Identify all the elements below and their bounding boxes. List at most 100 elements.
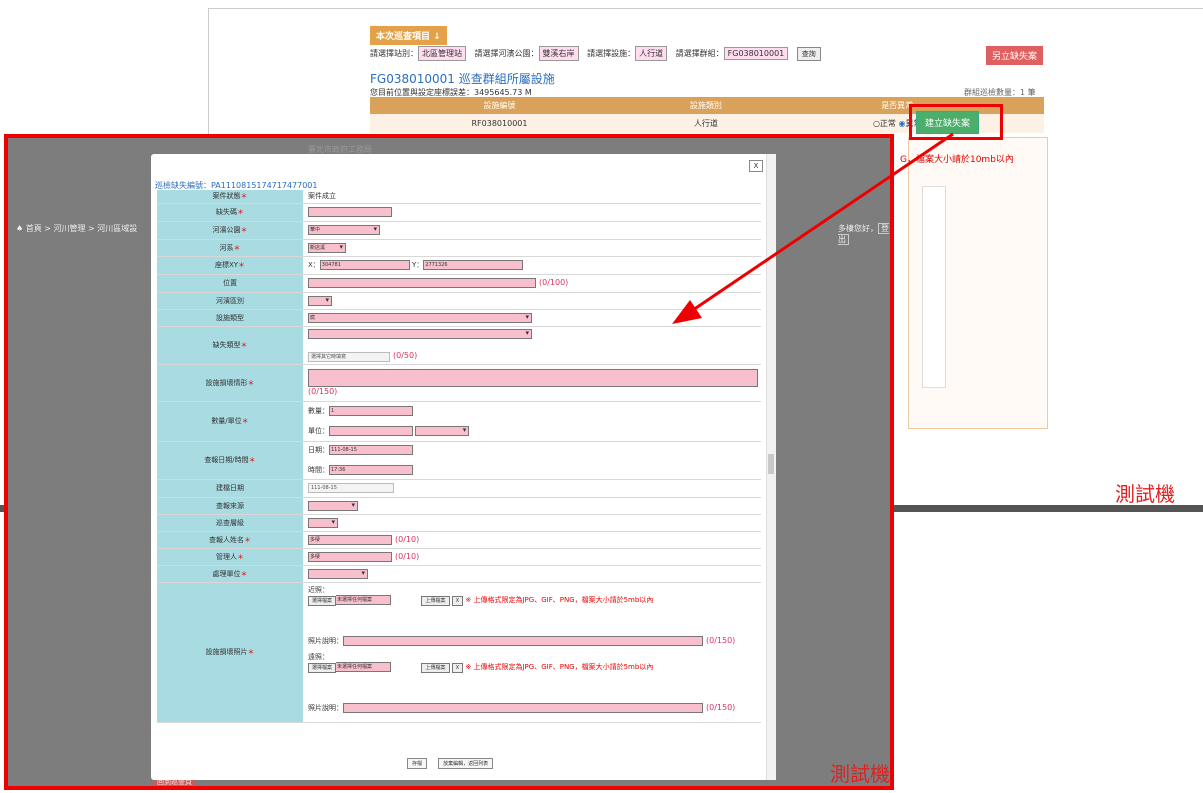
upload-hint: G，檔案大小請於10mb以內 (900, 155, 1014, 165)
unit-input[interactable] (329, 426, 413, 436)
radio-normal[interactable]: ○ (873, 119, 880, 128)
defect-type-select[interactable] (308, 328, 532, 339)
row-report-time: 查報日期/時間＊ 日期： 111-08-15 時間： 17:36 (157, 441, 761, 480)
near-label: 近照： (308, 585, 329, 594)
near-upload-button[interactable]: 上傳檔案 (421, 595, 450, 606)
near-file-name: 未選擇任何檔案 (336, 594, 392, 605)
highlight-box (909, 104, 1003, 140)
scroll-thumb[interactable] (768, 454, 774, 474)
far-choose-button[interactable]: 選擇檔案 (308, 662, 337, 673)
watermark: 測試機 (1115, 482, 1175, 506)
label-defect-type: 缺失類型＊ (157, 326, 303, 365)
river-area-select[interactable] (308, 295, 332, 306)
label-defect-code: 缺失碼＊ (157, 203, 303, 222)
near-desc-input[interactable] (343, 635, 703, 646)
x-input[interactable]: 304781 (319, 260, 410, 270)
far-desc-input[interactable] (343, 702, 703, 713)
x-label: X： (308, 261, 320, 269)
modal-footer: 存檔 放棄編輯，返回列表 (407, 758, 494, 769)
background-inner-box (922, 186, 946, 388)
scrollbar[interactable] (766, 154, 776, 780)
label-photos: 設施損壞照片＊ (157, 582, 303, 723)
created-input: 111-08-15 (308, 483, 394, 493)
source-select[interactable] (308, 500, 358, 511)
defect-code-input[interactable] (308, 207, 392, 217)
park-select[interactable]: 雙溪右岸 (538, 46, 579, 61)
time-input[interactable]: 17:36 (329, 465, 413, 475)
th-action (1011, 97, 1044, 114)
label-unit: 處理單位＊ (157, 565, 303, 583)
near-choose-button[interactable]: 選擇檔案 (308, 595, 337, 606)
label-damage-desc: 設施損壞情形＊ (157, 364, 303, 402)
group-select[interactable]: FG038010001 (723, 47, 789, 60)
label-status: 案件狀態＊ (157, 190, 303, 204)
row-photos: 設施損壞照片＊ 近照： 選擇檔案 未選擇任何檔案 上傳檔案 X ※ 上傳格式限定為… (157, 582, 761, 723)
row-level: 巡查層級 (157, 514, 761, 532)
far-desc-label: 照片說明： (308, 703, 343, 712)
far-upload-row: 選擇檔案 未選擇任何檔案 上傳檔案 X ※ 上傳格式限定為JPG、GIF、PNG，… (308, 661, 760, 673)
far-upload-button[interactable]: 上傳檔案 (421, 662, 450, 673)
cell-type: 人行道 (628, 114, 783, 133)
save-button[interactable]: 存檔 (407, 758, 428, 769)
row-unit: 處理單位＊ (157, 565, 761, 583)
row-location: 位置 (0/100) (157, 274, 761, 293)
defect-form: 案件狀態＊ 案件成立 缺失碼＊ 河濱公園＊ 華中 河系＊ 新店溪 座標XY＊ X… (157, 190, 761, 723)
unit-select[interactable] (308, 568, 368, 579)
row-damage-desc: 設施損壞情形＊ (0/150) (157, 364, 761, 402)
label-coord: 座標XY＊ (157, 256, 303, 275)
label-park: 河濱公園＊ (157, 221, 303, 240)
row-facility-type: 設施類型 腐 (157, 309, 761, 327)
qty-label: 數量： (308, 407, 329, 415)
time-label: 時間： (308, 466, 329, 474)
far-file-name: 未選擇任何檔案 (336, 661, 392, 672)
park-label: 請選擇河濱公園： (474, 49, 539, 58)
facility-label: 請選擇設施： (587, 49, 636, 58)
y-label: Y： (412, 261, 424, 269)
th-type: 設施類別 (628, 97, 783, 114)
label-qty: 數量/單位＊ (157, 401, 303, 442)
breadcrumb[interactable]: ♠ 首頁 > 河川管理 > 河川區域設 (16, 223, 137, 234)
label-level: 巡查層級 (157, 514, 303, 532)
row-manager: 管理人＊ 多棲 (0/10) (157, 548, 761, 566)
far-clear-button[interactable]: X (451, 662, 464, 673)
greeting: 多棲您好， 登出 (838, 223, 889, 245)
near-desc-row: 照片說明： (0/150) (308, 635, 736, 646)
far-warning: ※ 上傳格式限定為JPG、GIF、PNG，檔案大小請於5mb以內 (465, 662, 654, 671)
filter-bar: 請選擇站別： 北區管理站 請選擇河濱公園： 雙溪右岸 請選擇設施： 人行道 請選擇群組… (370, 46, 821, 61)
facility-select[interactable]: 人行道 (635, 46, 668, 61)
unit-label: 單位： (308, 427, 329, 435)
cell-id: RF038010001 (370, 114, 629, 133)
y-input[interactable]: 2771326 (423, 260, 524, 270)
row-defect-type: 缺失類型＊ 選擇其它時填寫(0/50) (157, 326, 761, 365)
row-source: 查報來源 (157, 497, 761, 515)
damage-desc-textarea[interactable] (308, 369, 758, 387)
section-title: 本次巡查項目 ↓ (370, 26, 447, 45)
row-river-area: 河濱區別 (157, 292, 761, 310)
facility-type-select[interactable]: 腐 (308, 312, 532, 323)
qty-input[interactable]: 1 (329, 406, 413, 416)
unit-select[interactable] (415, 426, 470, 436)
level-select[interactable] (308, 517, 338, 528)
park-select[interactable]: 華中 (308, 225, 380, 235)
label-facility-type: 設施類型 (157, 309, 303, 327)
watermark-frame: 測試機 (830, 762, 890, 786)
date-input[interactable]: 111-08-15 (329, 445, 413, 455)
group-label: 請選擇群組： (675, 49, 724, 58)
near-warning: ※ 上傳格式限定為JPG、GIF、PNG，檔案大小請於5mb以內 (465, 595, 654, 604)
modal-screenshot-frame: 臺北市政府工務局 ♠ 首頁 > 河川管理 > 河川區域設 多棲您好， 登出 回到巡… (4, 134, 894, 790)
reporter-input[interactable]: 多棲 (308, 534, 392, 545)
close-icon[interactable]: X (749, 160, 763, 172)
add-defect-button[interactable]: 另立缺失案 (986, 46, 1044, 65)
query-button[interactable]: 查詢 (796, 47, 821, 61)
near-clear-button[interactable]: X (451, 595, 464, 606)
defect-other-input[interactable]: 選擇其它時填寫 (308, 351, 390, 362)
manager-input[interactable]: 多棲 (308, 551, 392, 562)
label-manager: 管理人＊ (157, 548, 303, 566)
th-id: 設施編號 (370, 97, 629, 114)
row-river: 河系＊ 新店溪 (157, 239, 761, 257)
location-input[interactable] (308, 278, 536, 288)
row-coord: 座標XY＊ X： 304781 Y： 2771326 (157, 256, 761, 275)
river-select[interactable]: 新店溪 (308, 242, 346, 253)
cancel-button[interactable]: 放棄編輯，返回列表 (438, 758, 494, 769)
station-select[interactable]: 北區管理站 (418, 46, 466, 61)
